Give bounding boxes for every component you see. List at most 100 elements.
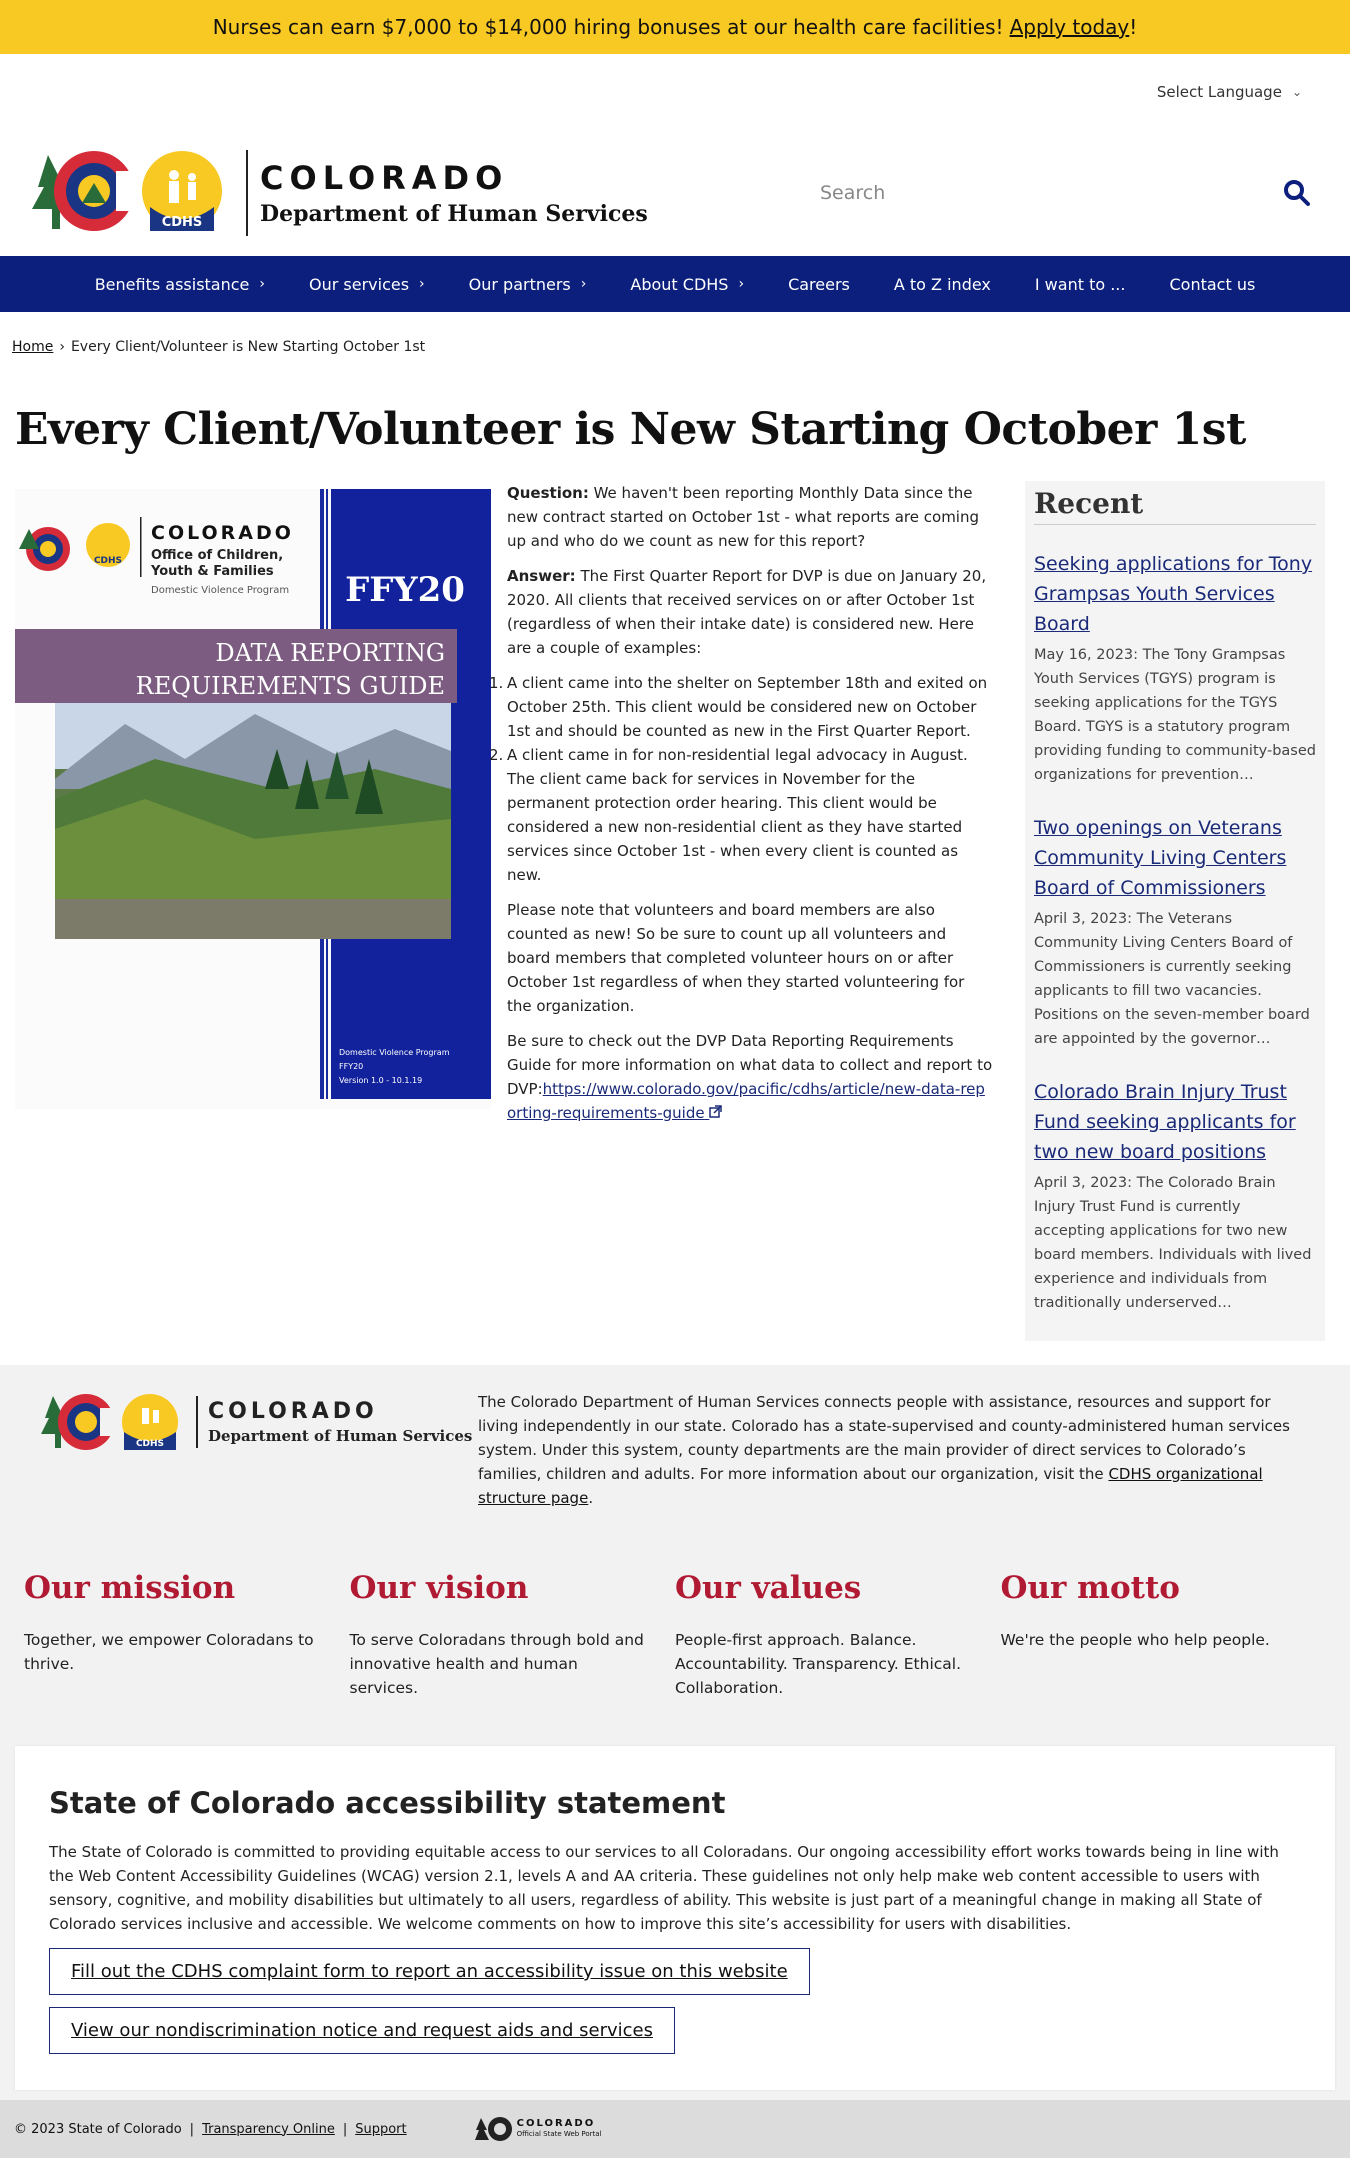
accessibility-statement: State of Colorado accessibility statemen… xyxy=(15,1746,1335,2090)
site-footer: CDHS COLORADO Department of Human Servic… xyxy=(0,1365,1350,1746)
logo-colorado: COLORADO xyxy=(260,159,509,197)
cover-foot3: Version 1.0 - 10.1.19 xyxy=(339,1076,422,1085)
footer-logo-colorado: COLORADO xyxy=(208,1399,378,1424)
value-heading: Our motto xyxy=(1000,1570,1180,1606)
apply-today-link[interactable]: Apply today xyxy=(1010,15,1130,39)
footer-colorado-logo-icon: CDHS xyxy=(41,1394,178,1450)
value-column: Our motto We're the people who help peop… xyxy=(1001,1570,1327,1700)
accessibility-text: The State of Colorado is committed to pr… xyxy=(49,1843,1279,1933)
cover-guide-line1: DATA REPORTING xyxy=(215,639,445,667)
value-column: Our mission Together, we empower Colorad… xyxy=(24,1570,350,1700)
recent-heading: Recent xyxy=(1034,487,1316,525)
footer-description: The Colorado Department of Human Service… xyxy=(478,1390,1308,1510)
cover-illustration: CDHS COLORADO Office of Children, Youth … xyxy=(15,489,491,1109)
nav-item-benefits-assistance[interactable]: Benefits assistance › xyxy=(73,275,287,294)
recent-item-link[interactable]: Seeking applications for Tony Grampsas Y… xyxy=(1034,553,1312,635)
cover-org-line1: Office of Children, xyxy=(151,548,283,563)
pipe-divider: | xyxy=(342,2121,348,2137)
cover-colorado: COLORADO xyxy=(151,522,294,544)
recent-item: Colorado Brain Injury Trust Fund seeking… xyxy=(1034,1077,1316,1315)
footer-logo-text: COLORADO Department of Human Services xyxy=(208,1399,472,1445)
portal-colorado: COLORADO xyxy=(516,2118,596,2129)
accessibility-heading: State of Colorado accessibility statemen… xyxy=(49,1786,726,1820)
cover-guide-line2: REQUIREMENTS GUIDE xyxy=(136,672,445,700)
nav-item-contact-us[interactable]: Contact us xyxy=(1147,275,1277,294)
list-number: 1. xyxy=(489,674,504,692)
list-text: A client came in for non-residential leg… xyxy=(507,746,968,884)
nav-item-about-cdhs[interactable]: About CDHS › xyxy=(608,275,766,294)
value-text: To serve Coloradans through bold and inn… xyxy=(349,1631,644,1697)
nav-item-label: About CDHS xyxy=(630,274,729,294)
chevron-right-icon: › xyxy=(259,276,265,292)
chevron-down-icon: ⌄ xyxy=(1291,85,1302,99)
nav-item-label: Benefits assistance xyxy=(94,274,250,294)
nav-item-label: Careers xyxy=(788,274,850,294)
nav-item-label: Our services xyxy=(309,274,410,294)
recent-item-summary: May 16, 2023: The Tony Grampsas Youth Se… xyxy=(1034,647,1316,783)
state-portal-logo[interactable]: COLORADO Official State Web Portal xyxy=(473,2114,602,2144)
transparency-link[interactable]: Transparency Online xyxy=(202,2122,335,2137)
answer-text: The First Quarter Report for DVP is due … xyxy=(507,567,987,657)
support-link[interactable]: Support xyxy=(355,2122,406,2137)
footer-logo[interactable]: CDHS COLORADO Department of Human Servic… xyxy=(40,1390,478,1454)
value-column: Our vision To serve Coloradans through b… xyxy=(350,1570,676,1700)
nav-item-label: I want to ... xyxy=(1034,274,1126,294)
language-row: Select Language ⌄ xyxy=(0,54,1350,130)
footer-logo-divider xyxy=(196,1396,198,1448)
nondiscrimination-button[interactable]: View our nondiscrimination notice and re… xyxy=(49,2007,675,2054)
footer-logo-department: Department of Human Services xyxy=(208,1427,473,1445)
breadcrumb-separator-icon: › xyxy=(59,339,65,355)
nav-item-i-want-to[interactable]: I want to ... xyxy=(1013,275,1148,294)
guide-paragraph: Be sure to check out the DVP Data Report… xyxy=(507,1029,993,1125)
value-text: We're the people who help people. xyxy=(1000,1631,1270,1649)
nav-item-careers[interactable]: Careers xyxy=(766,275,872,294)
banner-text: Nurses can earn $7,000 to $14,000 hiring… xyxy=(212,15,1004,39)
select-language[interactable]: Select Language ⌄ xyxy=(1157,83,1302,101)
nav-item-label: Our partners xyxy=(468,274,571,294)
list-number: 2. xyxy=(489,746,504,764)
accessibility-wrapper: State of Colorado accessibility statemen… xyxy=(0,1746,1350,2100)
search-box xyxy=(800,163,1320,223)
list-item: 2. A client came in for non-residential l… xyxy=(489,743,993,887)
report-cover-image: CDHS COLORADO Office of Children, Youth … xyxy=(15,489,491,1109)
nav-item-our-partners[interactable]: Our partners › xyxy=(447,275,609,294)
recent-item: Two openings on Veterans Community Livin… xyxy=(1034,813,1316,1051)
nav-item-our-services[interactable]: Our services › xyxy=(287,275,447,294)
logo-badge: CDHS xyxy=(162,215,203,230)
cdhs-logo[interactable]: CDHS COLORADO Department of Human Servic… xyxy=(30,147,648,239)
example-list: 1. A client came into the shelter on Sept… xyxy=(489,671,993,887)
search-icon[interactable] xyxy=(1274,170,1320,216)
footer-intro: CDHS COLORADO Department of Human Servic… xyxy=(0,1390,1350,1510)
value-heading: Our mission xyxy=(24,1570,236,1606)
cover-ffy: FFY20 xyxy=(345,570,465,610)
complaint-form-button[interactable]: Fill out the CDHS complaint form to repo… xyxy=(49,1948,810,1995)
logo-text: COLORADO Department of Human Services xyxy=(260,159,648,227)
main-nav: Benefits assistance › Our services › Our par… xyxy=(0,256,1350,312)
values-row: Our mission Together, we empower Colorad… xyxy=(0,1570,1350,1700)
logo-department: Department of Human Services xyxy=(260,201,648,227)
value-heading: Our values xyxy=(675,1570,862,1606)
chevron-right-icon: › xyxy=(419,276,425,292)
copyright: © 2023 State of Colorado xyxy=(14,2121,182,2137)
recent-sidebar: Recent Seeking applications for Tony Gra… xyxy=(1025,481,1325,1341)
footer-logo-badge: CDHS xyxy=(136,1439,164,1449)
breadcrumb-current: Every Client/Volunteer is New Starting O… xyxy=(70,339,426,355)
bottom-bar: © 2023 State of Colorado | Transparency … xyxy=(0,2100,1350,2158)
nav-item-a-to-z-index[interactable]: A to Z index xyxy=(872,275,1013,294)
volunteer-note: Please note that volunteers and board me… xyxy=(507,901,965,1015)
search-input[interactable] xyxy=(820,182,1274,204)
value-heading: Our vision xyxy=(349,1570,529,1606)
cover-program: Domestic Violence Program xyxy=(151,585,289,596)
guide-link[interactable]: https://www.colorado.gov/pacific/cdhs/ar… xyxy=(507,1080,985,1122)
value-column: Our values People-first approach. Balanc… xyxy=(675,1570,1001,1700)
banner-suffix: ! xyxy=(1129,15,1138,39)
chevron-right-icon: › xyxy=(580,276,587,292)
answer-label: Answer: xyxy=(507,567,576,585)
list-item: 1. A client came into the shelter on Sept… xyxy=(489,671,993,743)
recent-item-link[interactable]: Two openings on Veterans Community Livin… xyxy=(1034,817,1286,899)
breadcrumb-home[interactable]: Home xyxy=(12,339,53,355)
recent-item-link[interactable]: Colorado Brain Injury Trust Fund seeking… xyxy=(1034,1081,1296,1163)
nav-item-label: Contact us xyxy=(1169,274,1256,294)
cover-badge: CDHS xyxy=(94,556,122,566)
cover-org-line2: Youth & Families xyxy=(150,564,274,579)
